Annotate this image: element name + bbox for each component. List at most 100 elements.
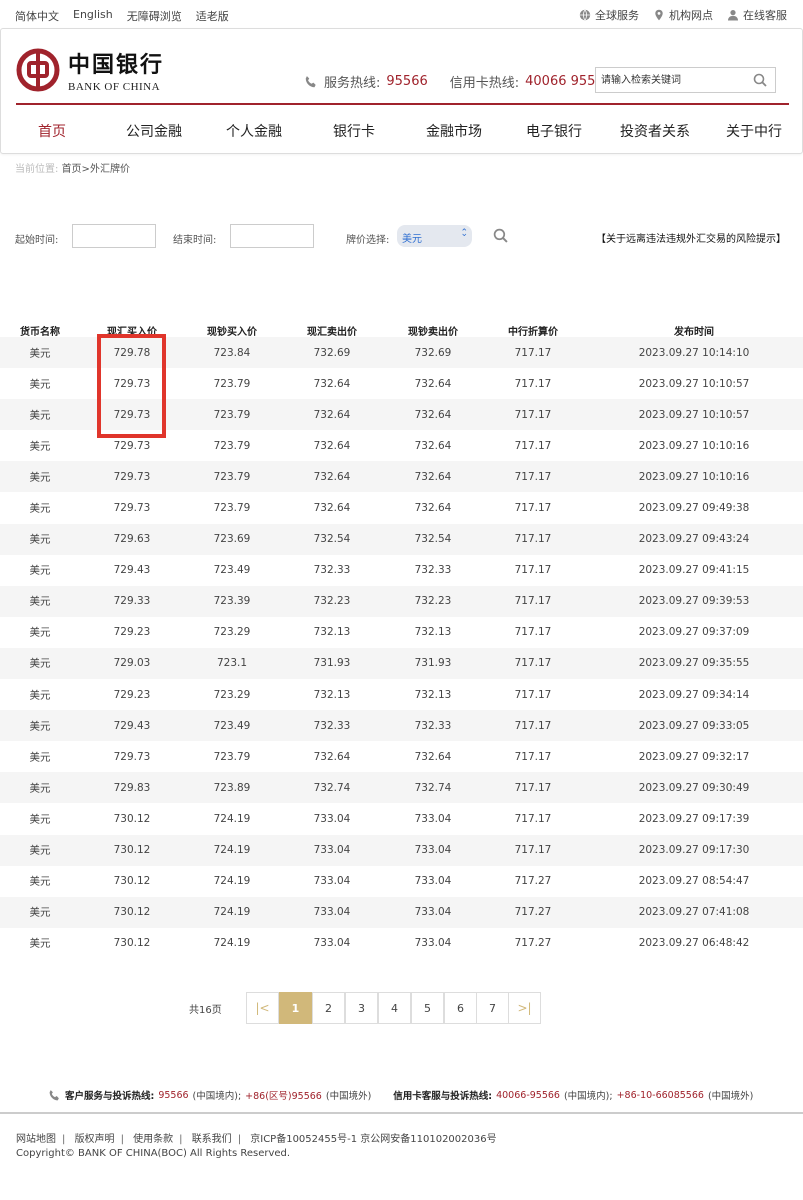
search-input[interactable]	[596, 68, 746, 93]
cell-spot-sell-rate: 733.04	[313, 906, 351, 919]
cell-cash-buy-rate: 723.49	[213, 719, 251, 732]
page-button-3[interactable]: 3	[345, 992, 378, 1024]
footer-link-contact[interactable]: 联系我们	[192, 1134, 232, 1145]
header-cash-buy-rate: 现钞买入价	[207, 327, 257, 338]
cell-currency-name: 美元	[29, 844, 51, 857]
nav-home[interactable]: 首页	[38, 121, 66, 141]
boc-logo[interactable]: 中国银行 BANK OF CHINA	[16, 47, 164, 93]
currency-select[interactable]: 美元 ⌃ ⌄	[397, 225, 472, 247]
cell-spot-buy-rate: 730.12	[113, 906, 151, 919]
nav-about-boc[interactable]: 关于中行	[726, 121, 782, 141]
nav-personal-banking[interactable]: 个人金融	[226, 121, 282, 141]
footer-icp-record[interactable]: 京ICP备10052455号-1 京公网安备110102002036号	[250, 1134, 496, 1145]
cell-cash-buy-rate: 723.79	[213, 377, 251, 390]
cell-publish-time: 2023.09.27 07:41:08	[638, 906, 750, 919]
hotline-info: 服务热线: 95566 信用卡热线: 40066 95566	[304, 72, 612, 91]
top-utility-bar: 简体中文 English 无障碍浏览 适老版 全球服务 机构网点 在线客服	[0, 0, 803, 28]
fx-risk-notice-link[interactable]: 【关于远离违法违规外汇交易的风险提示】	[596, 230, 786, 245]
elderly-version-link[interactable]: 适老版	[196, 8, 229, 24]
cell-spot-sell-rate: 732.64	[313, 502, 351, 515]
page-button-1[interactable]: 1	[279, 992, 312, 1024]
phone-icon	[49, 1089, 59, 1100]
cell-publish-time: 2023.09.27 09:35:55	[638, 657, 750, 670]
cell-cash-sell-rate: 733.04	[414, 875, 452, 888]
cell-boc-conversion-rate: 717.17	[514, 470, 552, 483]
branches-label: 机构网点	[669, 9, 713, 22]
cell-cash-buy-rate: 724.19	[213, 937, 251, 950]
cell-publish-time: 2023.09.27 10:14:10	[638, 346, 750, 359]
service-hotline-label: 服务热线:	[324, 76, 381, 91]
cell-cash-sell-rate: 732.69	[414, 346, 452, 359]
cell-spot-buy-rate: 729.73	[113, 439, 151, 452]
lang-english[interactable]: English	[73, 8, 113, 24]
page-button-5[interactable]: 5	[411, 992, 444, 1024]
nav-investor-relations[interactable]: 投资者关系	[620, 121, 690, 141]
cell-currency-name: 美元	[29, 657, 51, 670]
header-cash-sell-rate: 现钞卖出价	[408, 327, 458, 338]
page-button-2[interactable]: 2	[312, 992, 345, 1024]
end-time-input[interactable]	[230, 224, 314, 248]
cell-boc-conversion-rate: 717.17	[514, 408, 552, 421]
page-button-7[interactable]: 7	[476, 992, 509, 1024]
footer-separator: |	[120, 1134, 124, 1145]
footer-link-terms[interactable]: 使用条款	[133, 1134, 173, 1145]
cell-currency-name: 美元	[29, 347, 51, 360]
last-page-button[interactable]: >|	[508, 992, 541, 1024]
cell-spot-buy-rate: 729.43	[113, 719, 151, 732]
cell-cash-buy-rate: 723.29	[213, 688, 251, 701]
branches-link[interactable]: 机构网点	[653, 7, 713, 23]
cell-cash-buy-rate: 723.79	[213, 408, 251, 421]
nav-bank-cards[interactable]: 银行卡	[333, 121, 375, 141]
table-header: 货币名称 现汇买入价 现钞买入价 现汇卖出价 现钞卖出价 中行折算价 发布时间	[0, 307, 803, 338]
footer-link-copyright[interactable]: 版权声明	[75, 1134, 115, 1145]
global-service-link[interactable]: 全球服务	[579, 7, 639, 23]
cs-hotline-number-domestic: 95566	[158, 1089, 189, 1101]
lang-simplified-chinese[interactable]: 简体中文	[15, 8, 59, 24]
footer-link-sitemap[interactable]: 网站地图	[16, 1134, 56, 1145]
cell-boc-conversion-rate: 717.17	[514, 688, 552, 701]
cell-publish-time: 2023.09.27 09:34:14	[638, 688, 750, 701]
currency-select-value: 美元	[402, 234, 422, 245]
cell-currency-name: 美元	[29, 595, 51, 608]
service-hotline-number: 95566	[386, 74, 428, 89]
cell-spot-buy-rate: 730.12	[113, 844, 151, 857]
cell-cash-sell-rate: 733.04	[414, 812, 452, 825]
first-page-button[interactable]: |<	[246, 992, 279, 1024]
breadcrumb: 当前位置: 首页>外汇牌价	[15, 160, 130, 175]
accessibility-link[interactable]: 无障碍浏览	[127, 8, 182, 24]
table-row: 美元 729.33 723.39 732.23 732.23 717.17 2023.09.…	[0, 585, 803, 617]
nav-e-banking[interactable]: 电子银行	[526, 121, 582, 141]
nav-financial-markets[interactable]: 金融市场	[426, 121, 482, 141]
start-time-input[interactable]	[72, 224, 156, 248]
cell-cash-sell-rate: 733.04	[414, 937, 452, 950]
cell-spot-sell-rate: 733.04	[313, 812, 351, 825]
cell-boc-conversion-rate: 717.17	[514, 533, 552, 546]
cell-boc-conversion-rate: 717.17	[514, 719, 552, 732]
breadcrumb-path[interactable]: 首页>外汇牌价	[62, 164, 130, 175]
page-button-4[interactable]: 4	[378, 992, 411, 1024]
cell-cash-sell-rate: 732.54	[414, 533, 452, 546]
search-icon[interactable]	[753, 73, 767, 87]
cell-cash-buy-rate: 723.79	[213, 502, 251, 515]
cell-spot-sell-rate: 733.04	[313, 844, 351, 857]
end-time-label: 结束时间:	[173, 235, 217, 246]
cell-spot-sell-rate: 731.93	[313, 657, 351, 670]
cell-cash-sell-rate: 732.64	[414, 750, 452, 763]
cell-currency-name: 美元	[29, 689, 51, 702]
cell-publish-time: 2023.09.27 10:10:57	[638, 408, 750, 421]
card-hotline-note-domestic: (中国境内);	[563, 1091, 613, 1102]
card-hotline-number-overseas: +86-10-66085566	[616, 1089, 704, 1101]
cell-currency-name: 美元	[29, 813, 51, 826]
online-service-link[interactable]: 在线客服	[727, 7, 787, 23]
search-icon[interactable]	[493, 228, 508, 243]
cell-publish-time: 2023.09.27 09:39:53	[638, 595, 750, 608]
cell-boc-conversion-rate: 717.17	[514, 502, 552, 515]
cell-spot-sell-rate: 732.64	[313, 439, 351, 452]
nav-corporate-banking[interactable]: 公司金融	[126, 121, 182, 141]
cell-currency-name: 美元	[29, 409, 51, 422]
cell-publish-time: 2023.09.27 10:10:16	[638, 439, 750, 452]
card-hotline-note-overseas: (中国境外)	[707, 1091, 754, 1102]
cell-cash-buy-rate: 723.39	[213, 595, 251, 608]
page-button-6[interactable]: 6	[444, 992, 477, 1024]
updown-chevron-icon: ⌃ ⌄	[460, 228, 468, 239]
